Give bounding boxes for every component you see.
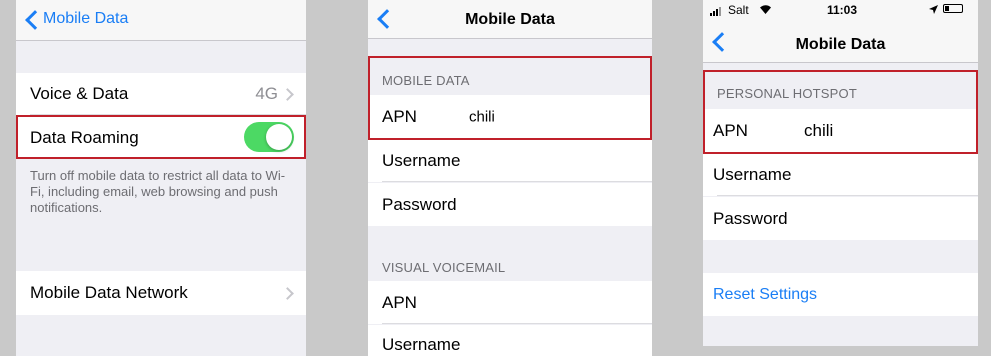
mobile-data-network-label: Mobile Data Network [30, 283, 188, 302]
battery-icon [943, 4, 963, 13]
settings-panel-mobile-data: Mobile Data Voice & Data 4G Data Roaming… [16, 0, 306, 356]
password-row[interactable]: Password [703, 197, 978, 240]
battery-level [945, 6, 949, 11]
voicemail-username-row[interactable]: Username [368, 325, 652, 356]
highlight-box [368, 56, 652, 140]
highlight-box [703, 70, 978, 154]
voice-data-row[interactable]: Voice & Data 4G [16, 73, 306, 115]
wifi-icon [759, 3, 772, 17]
row-separator [382, 323, 652, 324]
back-label: Mobile Data [43, 10, 129, 27]
navigation-bar: Salt 11:03 Mobile Data [703, 0, 978, 63]
mobile-data-network-row[interactable]: Mobile Data Network [16, 271, 306, 315]
chevron-right-icon [281, 88, 294, 101]
reset-settings-button[interactable]: Reset Settings [713, 286, 817, 304]
username-label: Username [713, 165, 792, 184]
navigation-bar: Mobile Data [368, 0, 652, 39]
chevron-left-icon [25, 10, 45, 30]
username-row[interactable]: Username [368, 140, 652, 182]
password-label: Password [713, 208, 788, 228]
voicemail-apn-label: APN [382, 292, 417, 312]
password-label: Password [382, 194, 457, 214]
back-button[interactable]: Mobile Data [16, 0, 136, 40]
username-label: Username [382, 151, 461, 170]
data-roaming-footer: Turn off mobile data to restrict all dat… [30, 168, 286, 215]
highlight-box [16, 115, 306, 159]
apn-settings-panel: Mobile Data MOBILE DATA APN chili Userna… [368, 0, 652, 356]
voicemail-username-label: Username [382, 335, 461, 354]
hotspot-settings-panel: Salt 11:03 Mobile Data PERSONAL HOTSPOT … [703, 0, 978, 346]
status-bar: Salt 11:03 [703, 0, 978, 18]
row-separator [382, 181, 652, 182]
username-row[interactable]: Username [703, 154, 978, 196]
chevron-right-icon [281, 287, 294, 300]
voicemail-apn-row[interactable]: APN [368, 281, 652, 324]
carrier-name: Salt [728, 3, 749, 17]
section-header-visual-voicemail: VISUAL VOICEMAIL [382, 260, 506, 275]
signal-icon [710, 5, 724, 19]
status-time: 11:03 [827, 3, 858, 17]
navigation-bar: Mobile Data [16, 0, 306, 41]
voice-data-value: 4G [255, 84, 278, 103]
voice-data-label: Voice & Data [30, 84, 129, 103]
page-title: Mobile Data [795, 36, 886, 53]
page-title: Mobile Data [465, 11, 555, 28]
reset-settings-row[interactable]: Reset Settings [703, 273, 978, 316]
row-separator [717, 195, 978, 196]
password-row[interactable]: Password [368, 183, 652, 226]
location-arrow-icon [929, 3, 938, 17]
